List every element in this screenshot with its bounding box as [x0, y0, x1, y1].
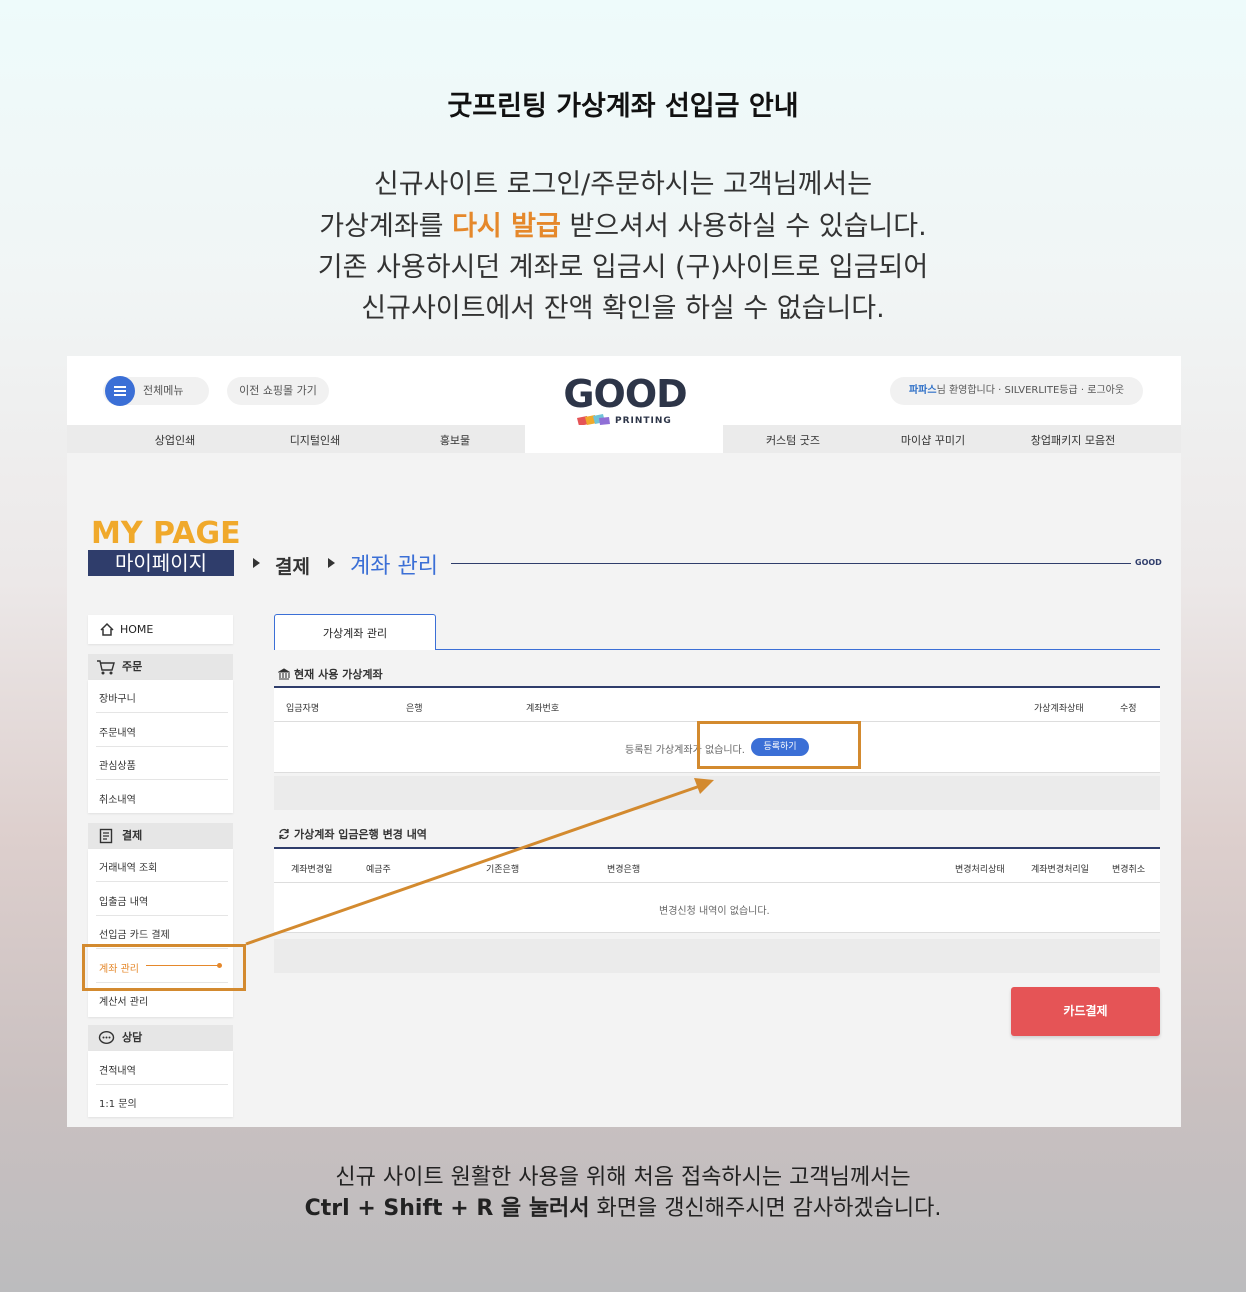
arrow-annotation: [245, 778, 714, 946]
footer-line2: Ctrl + Shift + R 을 눌러서 화면을 갱신해주시면 감사하겠습니…: [0, 1193, 1246, 1224]
footer-note: 신규 사이트 원활한 사용을 위해 처음 접속하시는 고객님께서는 Ctrl +…: [0, 1162, 1246, 1224]
footer-line2-rest: 화면을 갱신해주시면 감사하겠습니다.: [589, 1196, 942, 1221]
footer-shortcut: Ctrl + Shift + R 을 눌러서: [304, 1196, 590, 1221]
footer-line1: 신규 사이트 원활한 사용을 위해 처음 접속하시는 고객님께서는: [335, 1165, 911, 1190]
